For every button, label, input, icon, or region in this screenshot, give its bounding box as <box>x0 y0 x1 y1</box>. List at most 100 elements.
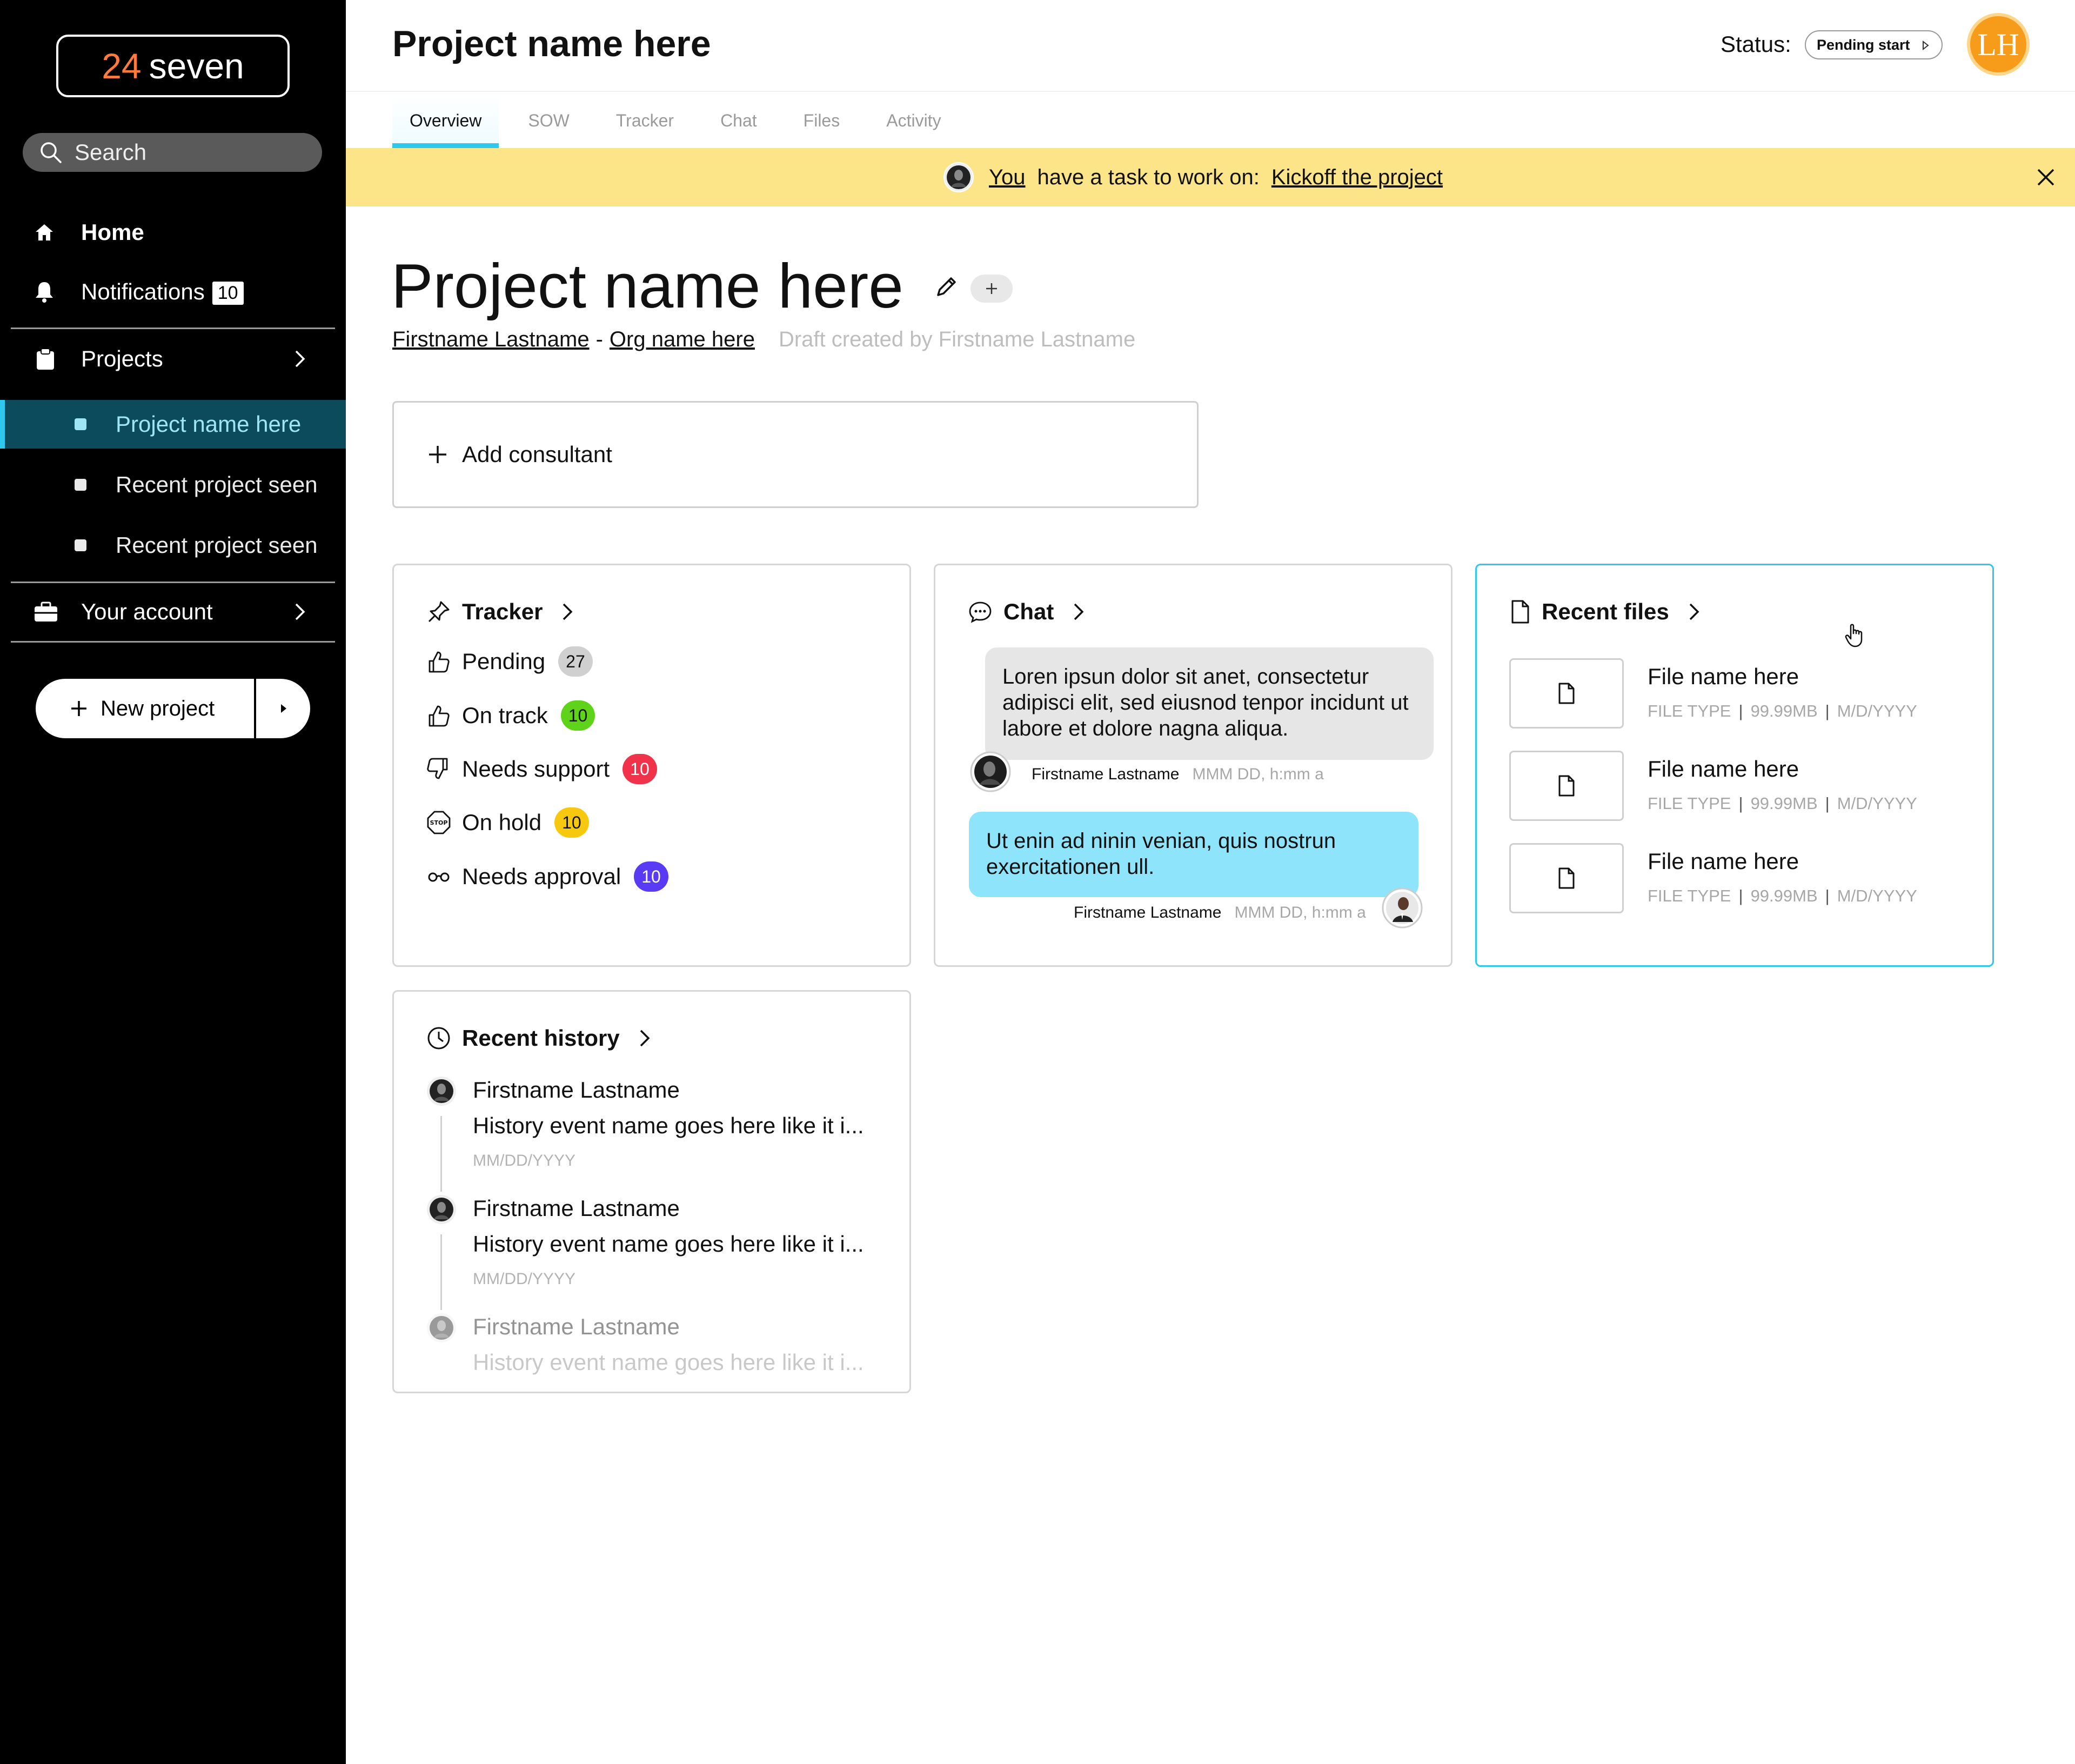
chat-author: Firstname Lastname <box>1032 765 1180 783</box>
avatar[interactable] <box>970 751 1011 792</box>
file-size: 99.99MB <box>1750 701 1818 720</box>
tab-overview[interactable]: Overview <box>392 93 499 148</box>
file-date: M/D/YYYY <box>1837 794 1917 813</box>
history-event: History event name goes here like it i..… <box>473 1349 864 1375</box>
banner-you-link[interactable]: You <box>989 165 1026 190</box>
history-date: MM/DD/YYYY <box>473 1152 576 1170</box>
sidebar-item-label: Home <box>81 219 144 245</box>
recent-history-card-header[interactable]: Recent history <box>426 1025 652 1051</box>
sidebar-item-label-wrap: Notifications 10 <box>81 279 244 305</box>
brand-logo[interactable]: 24 seven <box>56 35 290 97</box>
sidebar-project-recent[interactable]: Recent project seen <box>0 521 346 570</box>
tab-sow[interactable]: SOW <box>511 93 586 148</box>
history-item[interactable]: Firstname Lastname History event name go… <box>426 1194 891 1310</box>
chevron-right-icon <box>559 601 575 623</box>
search-input[interactable] <box>73 139 311 166</box>
chat-message-meta: Firstname Lastname MMM DD, h:mm a <box>1032 765 1324 784</box>
notification-count: 10 <box>212 282 244 305</box>
tracker-row-label: Needs approval <box>462 864 621 889</box>
add-tag-button[interactable] <box>970 275 1013 303</box>
file-item[interactable]: File name here FILE TYPE | 99.99MB | M/D/YYY… <box>1509 843 1942 913</box>
chat-card: Chat Loren ipsun dolor sit anet, consect… <box>934 564 1452 967</box>
avatar <box>426 1313 457 1343</box>
bullet-square-icon <box>75 479 86 491</box>
history-author: Firstname Lastname <box>473 1077 680 1102</box>
card-title: Recent history <box>462 1025 620 1051</box>
tracker-row-needs-approval[interactable]: Needs approval 10 <box>426 861 668 892</box>
close-icon[interactable] <box>2035 166 2057 188</box>
chat-message-outgoing: Ut enin ad ninin venian, quis nostrun ex… <box>969 812 1418 897</box>
tracker-row-pending[interactable]: Pending 27 <box>426 646 593 677</box>
timeline-line <box>440 1116 442 1192</box>
chevron-right-icon <box>290 348 309 370</box>
status-dropdown[interactable]: Pending start <box>1805 30 1943 59</box>
tracker-row-needs-support[interactable]: Needs support 10 <box>426 754 657 784</box>
new-project-button[interactable]: New project <box>36 679 254 738</box>
file-icon <box>1557 867 1576 890</box>
brand-logo-number: 24 <box>102 46 142 86</box>
tracker-row-label: On track <box>462 703 548 728</box>
thumbs-down-icon <box>426 757 451 781</box>
card-title: Tracker <box>462 599 543 624</box>
history-item[interactable]: Firstname Lastname History event name go… <box>426 1313 891 1392</box>
tab-files[interactable]: Files <box>786 93 858 148</box>
file-item[interactable]: File name here FILE TYPE | 99.99MB | M/D/YYY… <box>1509 751 1942 821</box>
file-thumbnail <box>1509 843 1624 913</box>
recent-files-card-header[interactable]: Recent files <box>1509 599 1702 625</box>
file-size: 99.99MB <box>1750 886 1818 905</box>
page-title: Project name here <box>392 23 711 64</box>
sidebar-item-home[interactable]: Home <box>0 216 346 249</box>
tracker-row-on-track[interactable]: On track 10 <box>426 700 595 731</box>
count-badge: 27 <box>558 646 593 677</box>
clock-icon <box>426 1026 451 1051</box>
sidebar-project-recent[interactable]: Recent project seen <box>0 460 346 509</box>
file-info: FILE TYPE | 99.99MB | M/D/YYYY <box>1648 886 1917 905</box>
pencil-icon[interactable] <box>934 273 960 299</box>
search-box[interactable] <box>23 133 322 172</box>
sidebar-project-label: Project name here <box>116 411 302 437</box>
tab-activity[interactable]: Activity <box>869 93 958 148</box>
tab-chat[interactable]: Chat <box>703 93 774 148</box>
banner-task-link[interactable]: Kickoff the project <box>1271 165 1443 190</box>
sidebar-item-notifications[interactable]: Notifications 10 <box>0 276 346 308</box>
chat-message-incoming: Loren ipsun dolor sit anet, consectetur … <box>985 647 1434 760</box>
thumbs-up-icon <box>426 703 451 728</box>
sidebar-item-projects[interactable]: Projects <box>0 343 346 375</box>
card-title: Recent files <box>1542 599 1669 624</box>
add-consultant-button[interactable]: Add consultant <box>392 401 1199 508</box>
chat-card-header[interactable]: Chat <box>968 599 1086 625</box>
task-banner-content: You have a task to work on: Kickoff the … <box>943 161 1443 193</box>
history-event: History event name goes here like it i..… <box>473 1231 864 1257</box>
owner-link[interactable]: Firstname Lastname <box>392 328 590 352</box>
task-banner: You have a task to work on: Kickoff the … <box>346 148 2075 206</box>
avatar[interactable] <box>1382 887 1423 928</box>
file-thumbnail <box>1509 751 1624 821</box>
sidebar-divider <box>11 328 335 329</box>
sidebar-project-active[interactable]: Project name here <box>0 400 346 449</box>
history-date: MM/DD/YYYY <box>473 1270 576 1288</box>
chat-time: MMM DD, h:mm a <box>1234 904 1366 921</box>
search-icon <box>39 141 63 164</box>
tab-bar: Overview SOW Tracker Chat Files Activity <box>392 93 970 148</box>
count-badge: 10 <box>634 861 668 892</box>
banner-text: have a task to work on: <box>1037 165 1260 189</box>
pin-icon <box>426 599 451 624</box>
tracker-row-label: On hold <box>462 810 542 835</box>
avatar <box>943 162 974 192</box>
history-item[interactable]: Firstname Lastname History event name go… <box>426 1076 891 1192</box>
tracker-row-on-hold[interactable]: STOP On hold 10 <box>426 807 589 838</box>
tracker-card-header[interactable]: Tracker <box>426 599 575 625</box>
chat-message-meta: Firstname Lastname MMM DD, h:mm a <box>1074 904 1366 922</box>
meta-separator: - <box>595 328 603 351</box>
tab-tracker[interactable]: Tracker <box>599 93 691 148</box>
thumbs-up-icon <box>426 649 451 674</box>
user-avatar[interactable]: LH <box>1967 13 2030 76</box>
file-item[interactable]: File name here FILE TYPE | 99.99MB | M/D/YYY… <box>1509 658 1942 729</box>
home-icon <box>34 222 55 243</box>
file-date: M/D/YYYY <box>1837 701 1917 720</box>
new-project-dropdown[interactable] <box>256 679 310 738</box>
file-info: FILE TYPE | 99.99MB | M/D/YYYY <box>1648 701 1917 720</box>
sidebar-item-account[interactable]: Your account <box>0 596 346 628</box>
glasses-icon <box>426 864 451 889</box>
org-link[interactable]: Org name here <box>610 328 755 352</box>
